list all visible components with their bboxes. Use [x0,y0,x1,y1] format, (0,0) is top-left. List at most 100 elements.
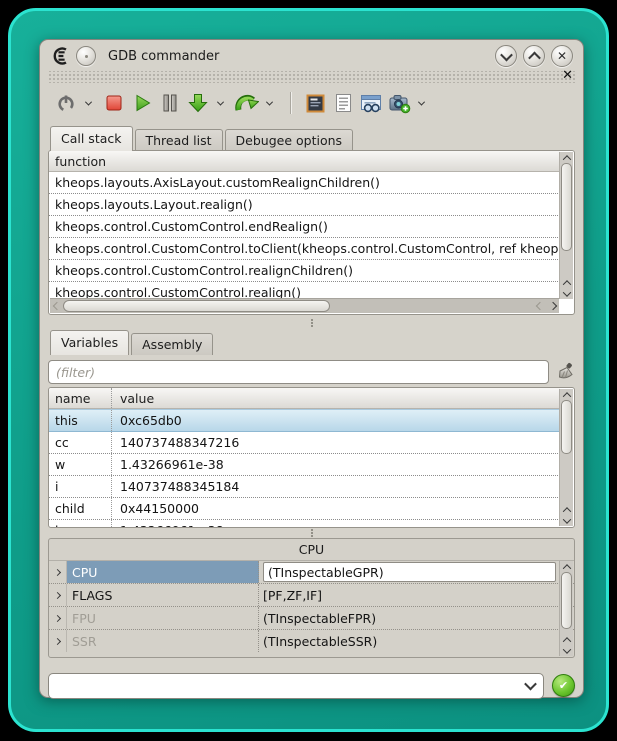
scrollbar-thumb[interactable] [561,572,572,629]
scroll-down-button[interactable] [560,515,573,526]
register-value-field[interactable]: (TInspectableGPR) [263,562,556,582]
variable-value: 140737488347216 [111,432,560,453]
variables-vertical-scrollbar[interactable] [559,389,573,526]
scroll-up-button[interactable] [560,504,573,515]
cpu-view-button[interactable] [303,90,327,116]
cpu-register-row[interactable]: CPU (TInspectableGPR) [49,561,574,584]
expand-button[interactable] [49,630,67,652]
chevron-down-icon [562,515,570,523]
register-value: (TInspectableSSR) [259,630,560,652]
stack-tabbar: Call stack Thread list Debugee options [48,127,575,151]
expand-button[interactable] [49,561,67,583]
stack-frame-row[interactable]: kheops.layouts.AxisLayout.customRealignC… [49,172,560,194]
close-button[interactable]: ✕ [551,45,573,67]
stack-frame-row[interactable]: kheops.control.CustomControl.realignChil… [49,260,560,282]
power-dropdown-button[interactable] [82,101,94,106]
variable-row[interactable]: w 1.43266961e-38 [49,454,560,476]
chevron-down-icon [562,288,570,296]
variable-row[interactable]: i 140737488345184 [49,476,560,498]
stop-button[interactable] [102,90,126,116]
gdb-command-input[interactable] [57,677,526,694]
scrollbar-thumb[interactable] [561,400,572,454]
stack-frame-row[interactable]: kheops.layouts.Layout.realign() [49,194,560,216]
variable-row[interactable]: cc 140737488347216 [49,432,560,454]
function-column-header[interactable]: function [49,151,560,172]
step-over-button[interactable] [234,90,259,116]
titlebar[interactable]: GDB commander ✕ [48,43,575,69]
scrollbar-thumb[interactable] [561,163,572,251]
pause-icon [161,93,179,113]
cpu-chip-icon [305,93,326,114]
scroll-up-button[interactable] [560,634,573,645]
chevron-down-icon [265,98,272,105]
cpu-register-row[interactable]: FPU (TInspectableFPR) [49,607,574,630]
pause-button[interactable] [158,90,182,116]
call-stack-vertical-scrollbar[interactable] [559,152,573,299]
scroll-up-button[interactable] [560,389,573,400]
stack-frame-row[interactable]: kheops.control.CustomControl.toClient(kh… [49,238,560,260]
cpu-vertical-scrollbar[interactable] [559,561,573,656]
step-into-dropdown-button[interactable] [214,101,226,106]
menu-dot-icon [85,55,88,58]
snapshot-button[interactable] [387,90,411,116]
window-menu-button[interactable] [76,46,96,66]
variables-cpu-splitter[interactable] [48,528,575,538]
cpu-register-row[interactable]: SSR (TInspectableSSR) [49,630,574,652]
variable-name: child [49,501,111,516]
tab-call-stack[interactable]: Call stack [50,126,133,151]
tab-variables[interactable]: Variables [50,330,129,355]
filter-input[interactable] [48,360,549,384]
call-stack-horizontal-scrollbar[interactable] [50,298,559,313]
check-icon: ✔ [559,679,568,692]
scroll-up-button[interactable] [560,152,573,163]
power-button[interactable] [54,90,78,116]
variable-name: cc [49,435,111,450]
scroll-up-button[interactable] [560,561,573,572]
scroll-up-button[interactable] [560,277,573,288]
watch-inspector-button[interactable] [359,90,383,116]
dock-close-button[interactable]: ✕ [562,69,573,83]
gdb-command-combobox[interactable] [48,673,544,699]
dock-drag-handle[interactable]: ✕ [48,71,575,83]
variable-row[interactable]: child 0x44150000 [49,498,560,520]
register-group-name: FPU [67,607,259,629]
variable-row[interactable]: this 0xc65db0 [49,409,560,432]
name-column-header[interactable]: name [49,391,111,406]
expand-button[interactable] [49,584,67,606]
register-value: (TInspectableFPR) [259,607,560,629]
maximize-button[interactable] [523,45,545,67]
scrollbar-thumb[interactable] [63,300,330,312]
tab-debugee-options[interactable]: Debugee options [225,129,354,151]
scroll-left-button[interactable] [533,301,546,312]
instruction-list-button[interactable] [331,90,355,116]
scroll-right-button[interactable] [546,301,559,312]
stack-variables-splitter[interactable] [48,315,575,331]
cpu-panel-title: CPU [49,539,574,560]
scroll-down-button[interactable] [560,645,573,656]
chevron-down-icon [216,98,223,105]
gdb-commander-window: GDB commander ✕ ✕ [39,39,584,698]
expand-button[interactable] [49,607,67,629]
step-into-button[interactable] [186,90,210,116]
broom-icon [555,362,575,382]
value-column-header[interactable]: value [111,388,560,408]
minimize-button[interactable] [495,45,517,67]
cpu-register-row[interactable]: FLAGS [PF,ZF,IF] [49,584,574,607]
stack-frame-row[interactable]: kheops.control.CustomControl.endRealign(… [49,216,560,238]
call-stack-list: function kheops.layouts.AxisLayout.custo… [49,151,560,303]
variables-list: name value this 0xc65db0 cc 140737488347… [49,388,560,528]
chevron-left-icon [535,302,543,310]
snapshot-dropdown-button[interactable] [415,101,427,106]
toolbar-separator [290,92,292,114]
chevron-up-icon [562,155,570,163]
step-over-dropdown-button[interactable] [263,101,275,106]
send-command-button[interactable]: ✔ [552,674,575,697]
tab-assembly[interactable]: Assembly [131,333,213,355]
run-button[interactable] [130,90,154,116]
clear-filter-button[interactable] [555,362,575,382]
scroll-down-button[interactable] [560,288,573,299]
variable-row[interactable]: b 1.43266961e-38 [49,520,560,528]
tab-thread-list[interactable]: Thread list [135,129,223,151]
scroll-left-button[interactable] [50,301,63,312]
command-bar: ✔ [48,672,575,699]
